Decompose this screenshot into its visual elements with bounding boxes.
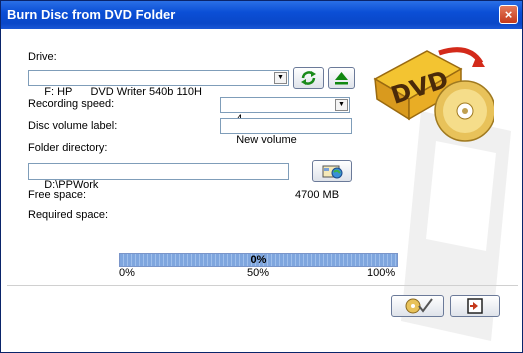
progress-tick-50: 50% <box>247 267 270 279</box>
required-space-label: Required space: <box>28 209 109 221</box>
drive-label: Drive: <box>28 51 57 63</box>
folder-directory-input[interactable]: D:\PPWork <box>28 163 289 191</box>
free-space-label: Free space: <box>28 189 87 201</box>
dvd-logo-icon: DVD <box>373 47 494 142</box>
folder-directory-label: Folder directory: <box>28 142 108 154</box>
eject-button[interactable] <box>328 67 355 89</box>
burn-icon <box>405 298 433 314</box>
exit-icon <box>467 298 483 314</box>
free-space-value: 4700 MB <box>295 189 340 201</box>
refresh-button[interactable] <box>293 67 324 89</box>
window-title: Burn Disc from DVD Folder <box>7 7 176 22</box>
recording-speed-label: Recording speed: <box>28 98 115 110</box>
drive-value: F: HP DVD Writer 540b 110H <box>44 86 202 98</box>
eject-icon <box>335 72 348 85</box>
close-button[interactable]: × <box>499 5 518 24</box>
separator <box>7 285 518 286</box>
progress-percent: 0% <box>250 254 267 266</box>
dialog-window: Burn Disc from DVD Folder × DVD Drive: F… <box>0 0 523 353</box>
browse-folder-icon <box>322 165 343 179</box>
chevron-down-icon[interactable]: ▼ <box>274 72 287 84</box>
drive-select[interactable]: F: HP DVD Writer 540b 110H ▼ <box>28 70 289 98</box>
browse-folder-button[interactable] <box>312 160 352 182</box>
chevron-down-icon[interactable]: ▼ <box>335 99 348 111</box>
volume-label-value: New volume <box>236 134 297 146</box>
progress-tick-100: 100% <box>367 267 396 279</box>
volume-label-input[interactable]: New volume <box>220 118 352 146</box>
title-bar[interactable]: Burn Disc from DVD Folder × <box>1 1 522 29</box>
volume-label-label: Disc volume label: <box>28 120 118 132</box>
recording-speed-select[interactable]: 4 ▼ <box>220 97 350 125</box>
progress-bar: 0% <box>119 253 398 267</box>
exit-button[interactable] <box>450 295 500 317</box>
refresh-icon <box>301 71 316 85</box>
burn-button[interactable] <box>391 295 444 317</box>
progress-tick-0: 0% <box>119 267 135 279</box>
